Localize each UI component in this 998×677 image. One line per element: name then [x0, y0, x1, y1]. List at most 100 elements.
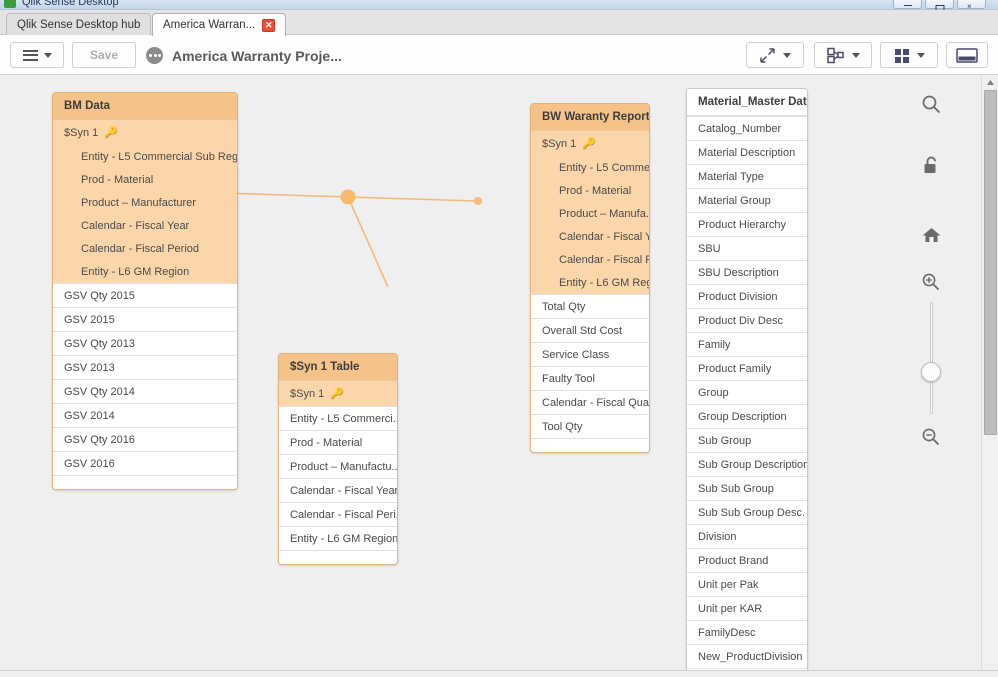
table-field-row[interactable]: Calendar - Fiscal Qua... [531, 390, 649, 414]
table-footer-spacer [279, 550, 397, 564]
table-bm-data[interactable]: BM Data $Syn 1 🔑 Entity - L5 Commercial … [52, 92, 238, 490]
table-field-row[interactable]: Catalog_Number [687, 116, 807, 140]
navigation-menu-button[interactable] [10, 42, 64, 68]
synthetic-key-label: $Syn 1 [542, 137, 577, 150]
tab-qlik-sense-desktop-hub[interactable]: Qlik Sense Desktop hub [6, 13, 152, 35]
synthetic-key-row[interactable]: $Syn 1 🔑 [531, 130, 649, 156]
table-field-row[interactable]: GSV Qty 2014 [53, 379, 237, 403]
table-field-row[interactable]: SBU Description [687, 260, 807, 284]
table-fields: Catalog_Number Material Description Materi… [687, 116, 807, 668]
synthetic-key-fields: Entity - L5 Comme...Prod - MaterialProdu… [531, 156, 649, 294]
synthetic-key-row[interactable]: $Syn 1 🔑 [53, 119, 237, 145]
synthetic-key-field-row[interactable]: Product – Manufa... [531, 202, 649, 225]
table-field-row[interactable]: Sub Group Description [687, 452, 807, 476]
synthetic-key-field-row[interactable]: Entity - L5 Commercial Sub Region [53, 145, 237, 168]
table-field-row[interactable]: Overall Std Cost [531, 318, 649, 342]
table-field-row[interactable]: Family [687, 332, 807, 356]
chevron-down-icon [851, 52, 860, 58]
synthetic-key-field-row[interactable]: Product – Manufacturer [53, 191, 237, 214]
scroll-up-arrow-icon[interactable] [982, 75, 998, 89]
synthetic-key-field-row[interactable]: Prod - Material [531, 179, 649, 202]
table-field-row[interactable]: Unit per Pak [687, 572, 807, 596]
maximize-icon[interactable] [925, 0, 954, 11]
fit-to-screen-button[interactable] [746, 42, 804, 68]
table-footer-spacer [531, 438, 649, 452]
table-field-row[interactable]: Calendar - Fiscal Peri... [279, 502, 397, 526]
canvas-vertical-scrollbar[interactable] [981, 75, 998, 670]
minimize-icon[interactable] [893, 0, 922, 9]
table-field-row[interactable]: SBU [687, 236, 807, 260]
table-field-row[interactable]: Group [687, 380, 807, 404]
app-options-icon[interactable] [146, 47, 163, 64]
table-field-row[interactable]: Prod - Material [279, 430, 397, 454]
table-fields: GSV Qty 2015 GSV 2015 GSV Qty 2013 GSV 2013… [53, 283, 237, 475]
tab-america-warranty[interactable]: America Warran... ✕ [152, 13, 287, 36]
table-field-row[interactable]: Product Hierarchy [687, 212, 807, 236]
table-bw-waranty-report[interactable]: BW Waranty Report $Syn 1 🔑 Entity - L5 C… [530, 103, 650, 453]
data-model-canvas[interactable]: BM Data $Syn 1 🔑 Entity - L5 Commercial … [0, 75, 980, 670]
synthetic-key-field-row[interactable]: Calendar - Fiscal Y... [531, 225, 649, 248]
synthetic-key-row[interactable]: $Syn 1 🔑 [279, 380, 397, 406]
table-field-row[interactable]: New_ProductDivision [687, 644, 807, 668]
table-material-master-data[interactable]: Material_Master Data Catalog_Number Mater… [686, 88, 808, 670]
synthetic-key-field-row[interactable]: Prod - Material [53, 168, 237, 191]
synthetic-key-field-row[interactable]: Calendar - Fiscal Year [53, 214, 237, 237]
table-field-row[interactable]: Total Qty [531, 294, 649, 318]
table-field-row[interactable]: Tool Qty [531, 414, 649, 438]
table-title: Material_Master Data [687, 89, 807, 116]
grid-layout-button[interactable] [880, 42, 938, 68]
scrollbar-thumb[interactable] [984, 90, 997, 435]
table-title: BW Waranty Report [531, 104, 649, 130]
table-field-row[interactable]: GSV 2014 [53, 403, 237, 427]
chevron-down-icon [43, 52, 52, 58]
table-field-row[interactable]: Entity - L5 Commerci... [279, 406, 397, 430]
synthetic-key-field-row[interactable]: Entity - L6 GM Reg... [531, 271, 649, 294]
table-field-row[interactable]: GSV Qty 2016 [53, 427, 237, 451]
table-field-row[interactable]: Product Div Desc [687, 308, 807, 332]
table-field-row[interactable]: FamilyDesc [687, 620, 807, 644]
table-field-row[interactable]: GSV Qty 2015 [53, 283, 237, 307]
synthetic-key-field-row[interactable]: Calendar - Fiscal Period [53, 237, 237, 260]
table-field-row[interactable]: GSV 2013 [53, 355, 237, 379]
table-field-row[interactable]: Material Group [687, 188, 807, 212]
hamburger-menu-icon [22, 49, 38, 61]
table-field-row[interactable]: Faulty Tool [531, 366, 649, 390]
table-syn1[interactable]: $Syn 1 Table $Syn 1 🔑 Entity - L5 Commer… [278, 353, 398, 565]
tab-label: America Warran... [163, 19, 256, 31]
table-field-row[interactable]: Division [687, 524, 807, 548]
table-field-row[interactable]: Material Description [687, 140, 807, 164]
table-field-row[interactable]: Calendar - Fiscal Year [279, 478, 397, 502]
table-footer-spacer [53, 475, 237, 489]
preview-panel-button[interactable] [946, 42, 988, 68]
qlik-logo-icon [4, 0, 16, 8]
table-field-row[interactable]: GSV 2016 [53, 451, 237, 475]
table-field-row[interactable]: Sub Group [687, 428, 807, 452]
table-field-row[interactable]: Entity - L6 GM Region [279, 526, 397, 550]
table-field-row[interactable]: Group Description [687, 404, 807, 428]
synthetic-key-label: $Syn 1 [290, 387, 325, 400]
close-icon[interactable]: × [957, 0, 986, 11]
table-field-row[interactable]: Sub Sub Group Desc. [687, 500, 807, 524]
table-field-row[interactable]: Product Division [687, 284, 807, 308]
table-field-row[interactable]: Material Type [687, 164, 807, 188]
table-field-row[interactable]: Product – Manufactu... [279, 454, 397, 478]
table-field-row[interactable]: GSV Qty 2013 [53, 331, 237, 355]
internal-table-view-button[interactable] [814, 42, 872, 68]
table-field-row[interactable]: GSV 2015 [53, 307, 237, 331]
table-fields: Total Qty Overall Std Cost Service Class Fa… [531, 294, 649, 438]
save-button[interactable]: Save [72, 42, 136, 68]
table-field-row[interactable]: Sub Sub Group [687, 476, 807, 500]
app-title-group[interactable]: America Warranty Proje... [146, 47, 342, 64]
table-field-row[interactable]: Product Family [687, 356, 807, 380]
synthetic-key-field-row[interactable]: Calendar - Fiscal P... [531, 248, 649, 271]
synthetic-key-field-row[interactable]: Entity - L6 GM Region [53, 260, 237, 283]
chevron-down-icon [783, 52, 791, 58]
table-field-row[interactable]: Service Class [531, 342, 649, 366]
synthetic-key-field-row[interactable]: Entity - L5 Comme... [531, 156, 649, 179]
app-toolbar: Save America Warranty Proje... [0, 35, 998, 110]
table-title: $Syn 1 Table [279, 354, 397, 380]
tab-close-icon[interactable]: ✕ [262, 18, 276, 32]
table-field-row[interactable]: Product Brand [687, 548, 807, 572]
app-title: America Warranty Proje... [172, 47, 342, 64]
table-field-row[interactable]: Unit per KAR [687, 596, 807, 620]
